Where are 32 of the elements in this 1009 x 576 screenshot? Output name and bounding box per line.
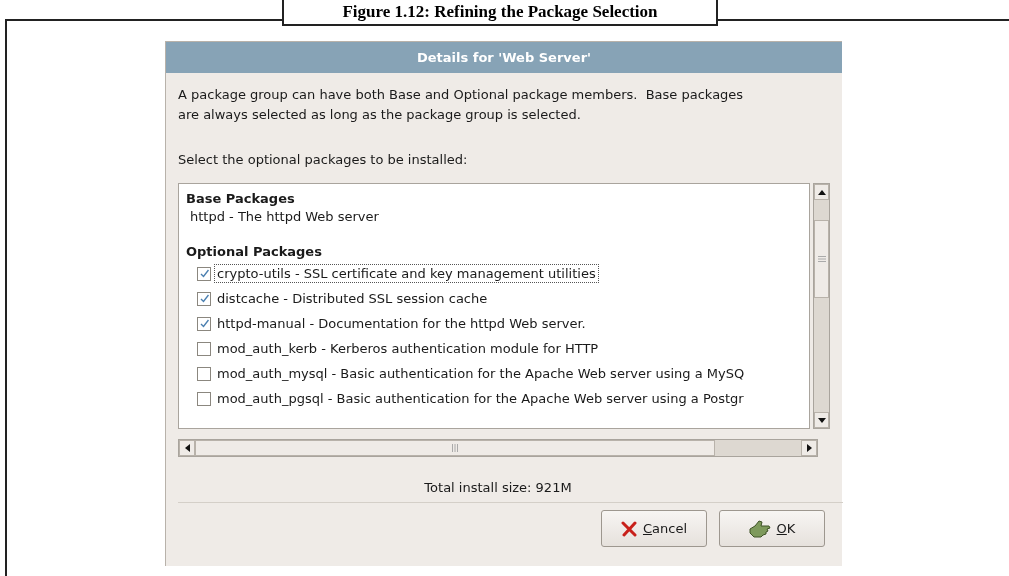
prompt-text: Select the optional packages to be installed: (178, 152, 468, 167)
checkbox[interactable] (197, 341, 211, 356)
hand-icon (748, 519, 771, 538)
scrollbar-thumb[interactable] (195, 440, 715, 456)
checkbox[interactable] (197, 366, 211, 381)
dialog-title: Details for 'Web Server' (416, 50, 592, 65)
checkbox[interactable] (197, 291, 211, 306)
package-option[interactable]: mod_auth_pgsql - Basic authentication for the Apache Web server using a Postgr (214, 389, 747, 408)
package-option[interactable]: mod_auth_mysql - Basic authentication for the Apache Web server using a MySQ (214, 364, 748, 383)
section-heading: Base Packages (186, 191, 295, 206)
package-name: httpd - The httpd Web server (190, 209, 379, 224)
section-heading: Optional Packages (186, 244, 322, 259)
ok-button[interactable]: OK (719, 510, 825, 547)
scrollbar-thumb[interactable] (814, 220, 829, 298)
scroll-right-arrow-icon[interactable] (806, 444, 812, 452)
checkbox[interactable] (197, 266, 211, 281)
package-option[interactable]: crypto-utils - SSL certificate and key management utilities (214, 264, 599, 283)
scroll-up-arrow-icon[interactable] (817, 189, 826, 195)
scroll-left-arrow-icon[interactable] (184, 444, 190, 452)
scroll-down-arrow-icon[interactable] (817, 417, 826, 423)
package-option[interactable]: httpd-manual - Documentation for the httpd Web server. (214, 314, 589, 333)
package-option[interactable]: distcache - Distributed SSL session cache (214, 289, 491, 308)
figure-caption: Figure 1.12: Refining the Package Selection (342, 2, 658, 22)
cancel-button[interactable]: Cancel (601, 510, 707, 547)
horizontal-scrollbar[interactable] (178, 439, 818, 457)
checkbox[interactable] (197, 316, 211, 331)
package-option[interactable]: mod_auth_kerb - Kerberos authentication module for HTTP (214, 339, 602, 358)
description-text: A package group can have both Base and Optional package members. Base packages are always selected as long as the package group is selected. (178, 86, 745, 124)
vertical-scrollbar[interactable] (813, 183, 830, 429)
cross-icon (620, 520, 637, 537)
total-size-text: Total install size: 921M (424, 480, 572, 495)
checkbox[interactable] (197, 391, 211, 406)
